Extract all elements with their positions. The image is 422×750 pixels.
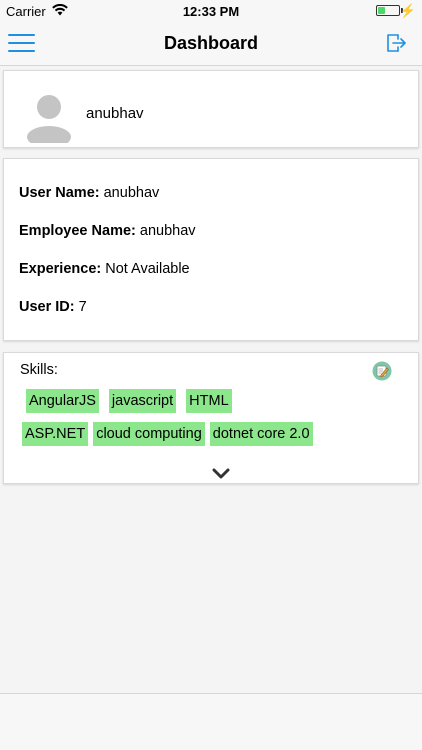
- experience-label: Experience:: [19, 261, 102, 277]
- skill-tag: cloud computing: [93, 422, 205, 446]
- skills-row-1: AngularJS javascript HTML: [22, 389, 402, 413]
- user-name-value: anubhav: [99, 185, 160, 201]
- battery-icon: [376, 5, 400, 16]
- edit-note-icon[interactable]: [372, 361, 392, 381]
- page-title: Dashboard: [163, 33, 259, 53]
- skill-tag: ASP.NET: [22, 422, 89, 446]
- employee-name-label: Employee Name:: [19, 223, 136, 239]
- skill-tag: HTML: [186, 389, 232, 413]
- user-id-value: 7: [74, 299, 87, 315]
- experience-value: Not Available: [101, 261, 190, 277]
- skill-tag: javascript: [108, 389, 177, 413]
- user-name-row: User Name: anubhav: [19, 185, 159, 201]
- dashboard-content: anubhav User Name: anubhav Employee Name…: [0, 66, 422, 693]
- user-name-label: User Name:: [19, 185, 100, 201]
- skill-tag: AngularJS: [26, 389, 99, 413]
- skills-card: Skills: AngularJS javascript HTML ASP.NE…: [3, 352, 419, 484]
- status-time: 12:33 PM: [182, 4, 240, 19]
- employee-name-value: anubhav: [135, 223, 196, 239]
- profile-card: anubhav: [3, 70, 419, 148]
- skills-title: Skills:: [20, 362, 58, 378]
- user-id-label: User ID:: [19, 299, 75, 315]
- chevron-down-icon[interactable]: [212, 467, 230, 479]
- default-avatar-icon: [26, 93, 72, 148]
- employee-name-row: Employee Name: anubhav: [19, 223, 196, 239]
- skills-row-2: ASP.NET cloud computing dotnet core 2.0: [22, 422, 402, 446]
- user-info-card: User Name: anubhav Employee Name: anubha…: [3, 158, 419, 341]
- status-bar: Carrier 12:33 PM ⚡: [0, 0, 422, 22]
- skills-list: AngularJS javascript HTML ASP.NET cloud …: [22, 389, 402, 455]
- profile-name: anubhav: [86, 105, 144, 122]
- user-id-row: User ID: 7: [19, 299, 87, 315]
- logout-icon[interactable]: [384, 31, 408, 55]
- navigation-bar: Dashboard: [0, 22, 422, 66]
- bottom-toolbar: [0, 693, 422, 750]
- charging-bolt-icon: ⚡: [399, 3, 416, 18]
- skill-tag: dotnet core 2.0: [209, 422, 313, 446]
- experience-row: Experience: Not Available: [19, 261, 190, 277]
